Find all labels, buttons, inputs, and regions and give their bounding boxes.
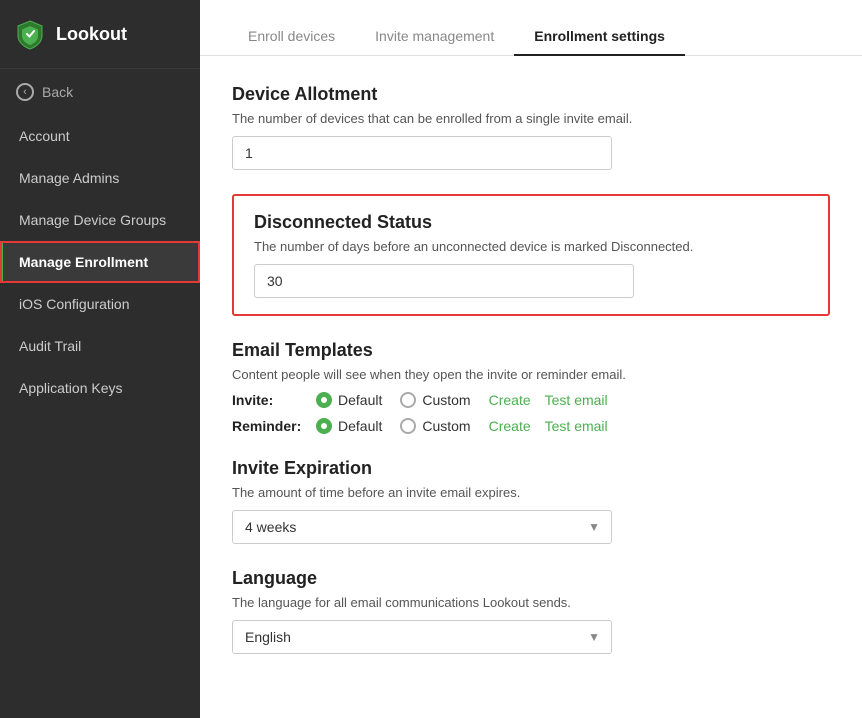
invite-default-radio-selected[interactable] [316, 392, 332, 408]
reminder-custom-radio[interactable]: Custom [400, 418, 474, 434]
sidebar: Lookout ‹ Back Account Manage Admins Man… [0, 0, 200, 718]
device-allotment-section: Device Allotment The number of devices t… [232, 84, 830, 170]
disconnected-status-title: Disconnected Status [254, 212, 808, 233]
back-arrow-icon: ‹ [16, 83, 34, 101]
tab-enroll-devices[interactable]: Enroll devices [228, 18, 355, 56]
reminder-label: Reminder: [232, 418, 302, 434]
language-title: Language [232, 568, 830, 589]
disconnected-status-section: Disconnected Status The number of days b… [232, 194, 830, 316]
invite-custom-radio-unselected[interactable] [400, 392, 416, 408]
reminder-test-link[interactable]: Test email [545, 418, 608, 434]
main-content: Enroll devices Invite management Enrollm… [200, 0, 862, 718]
device-allotment-title: Device Allotment [232, 84, 830, 105]
invite-expiration-select[interactable]: 1 week 2 weeks 3 weeks 4 weeks Never [232, 510, 612, 544]
device-allotment-input[interactable] [232, 136, 612, 170]
reminder-default-radio[interactable]: Default [316, 418, 386, 434]
invite-label: Invite: [232, 392, 302, 408]
sidebar-nav: Account Manage Admins Manage Device Grou… [0, 115, 200, 718]
tab-enrollment-settings[interactable]: Enrollment settings [514, 18, 685, 56]
tab-invite-management[interactable]: Invite management [355, 18, 514, 56]
content-area: Device Allotment The number of devices t… [200, 56, 862, 706]
language-section: Language The language for all email comm… [232, 568, 830, 654]
tabs-bar: Enroll devices Invite management Enrollm… [200, 0, 862, 56]
language-select[interactable]: English French German Spanish [232, 620, 612, 654]
reminder-email-row: Reminder: Default Custom Create Test ema… [232, 418, 830, 434]
logo-text: Lookout [56, 24, 127, 45]
email-templates-title: Email Templates [232, 340, 830, 361]
invite-create-link[interactable]: Create [489, 392, 531, 408]
lookout-logo-icon [14, 18, 46, 50]
reminder-custom-radio-unselected[interactable] [400, 418, 416, 434]
disconnected-status-desc: The number of days before an unconnected… [254, 239, 808, 254]
invite-expiration-select-wrap: 1 week 2 weeks 3 weeks 4 weeks Never ▼ [232, 510, 612, 544]
invite-test-link[interactable]: Test email [545, 392, 608, 408]
email-templates-section: Email Templates Content people will see … [232, 340, 830, 434]
device-allotment-desc: The number of devices that can be enroll… [232, 111, 830, 126]
reminder-custom-text: Custom [422, 418, 470, 434]
email-templates-desc: Content people will see when they open t… [232, 367, 830, 382]
sidebar-item-manage-enrollment[interactable]: Manage Enrollment [0, 241, 200, 283]
disconnected-status-input[interactable] [254, 264, 634, 298]
invite-expiration-desc: The amount of time before an invite emai… [232, 485, 830, 500]
sidebar-item-manage-device-groups[interactable]: Manage Device Groups [0, 199, 200, 241]
sidebar-item-audit-trail[interactable]: Audit Trail [0, 325, 200, 367]
reminder-default-radio-selected[interactable] [316, 418, 332, 434]
sidebar-logo: Lookout [0, 0, 200, 69]
language-select-wrap: English French German Spanish ▼ [232, 620, 612, 654]
sidebar-item-application-keys[interactable]: Application Keys [0, 367, 200, 409]
invite-expiration-section: Invite Expiration The amount of time bef… [232, 458, 830, 544]
back-button[interactable]: ‹ Back [0, 69, 200, 115]
sidebar-item-account[interactable]: Account [0, 115, 200, 157]
back-label: Back [42, 84, 73, 100]
reminder-default-text: Default [338, 418, 382, 434]
invite-default-text: Default [338, 392, 382, 408]
invite-expiration-title: Invite Expiration [232, 458, 830, 479]
language-desc: The language for all email communication… [232, 595, 830, 610]
reminder-create-link[interactable]: Create [489, 418, 531, 434]
sidebar-item-ios-configuration[interactable]: iOS Configuration [0, 283, 200, 325]
invite-custom-radio[interactable]: Custom [400, 392, 474, 408]
invite-default-radio[interactable]: Default [316, 392, 386, 408]
invite-email-row: Invite: Default Custom Create Test email [232, 392, 830, 408]
invite-custom-text: Custom [422, 392, 470, 408]
sidebar-item-manage-admins[interactable]: Manage Admins [0, 157, 200, 199]
